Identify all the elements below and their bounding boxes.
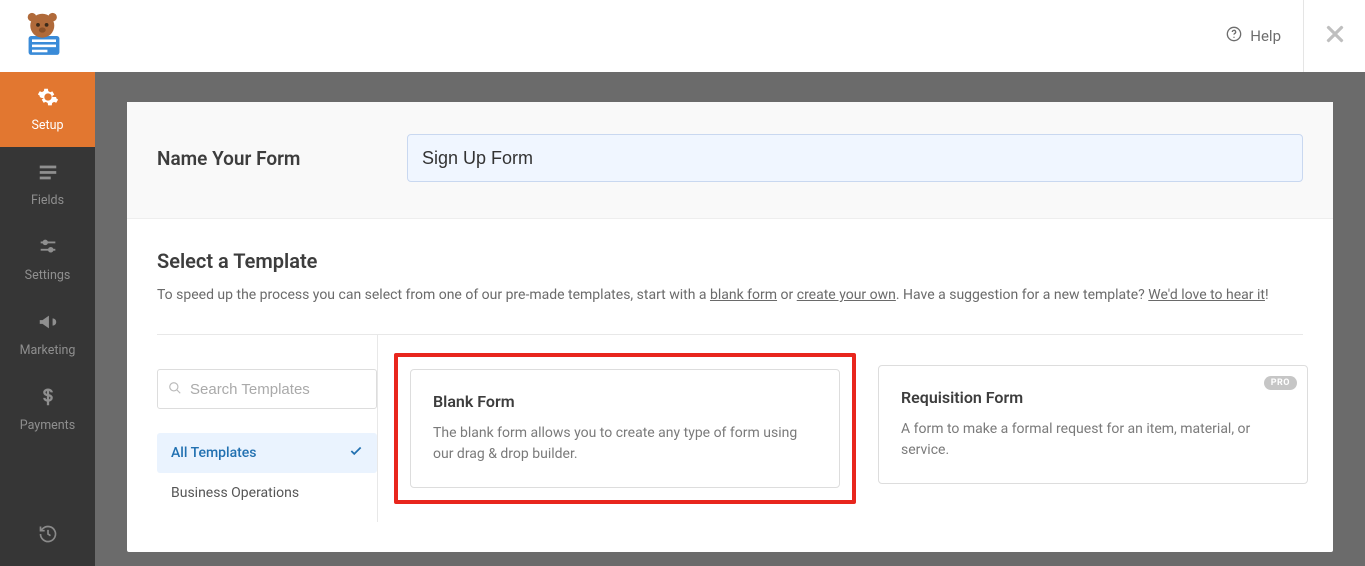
sidebar-item-label: Marketing bbox=[20, 343, 76, 358]
dollar-icon bbox=[37, 386, 59, 412]
sidebar-item-label: Fields bbox=[31, 193, 64, 208]
category-business-operations[interactable]: Business Operations bbox=[157, 473, 377, 513]
search-icon bbox=[168, 380, 182, 399]
close-button[interactable] bbox=[1303, 0, 1365, 72]
list-icon bbox=[37, 161, 59, 187]
check-icon bbox=[349, 444, 363, 462]
template-search-input[interactable] bbox=[190, 381, 389, 398]
card-description: A form to make a formal request for an i… bbox=[901, 419, 1285, 461]
sidebar-item-setup[interactable]: Setup bbox=[0, 72, 95, 147]
category-label: Business Operations bbox=[171, 485, 299, 501]
blank-form-link[interactable]: blank form bbox=[710, 287, 777, 303]
template-card-requisition-form[interactable]: PRO Requisition Form A form to make a fo… bbox=[878, 365, 1308, 484]
card-description: The blank form allows you to create any … bbox=[433, 423, 817, 465]
megaphone-icon bbox=[37, 311, 59, 337]
help-link[interactable]: Help bbox=[1204, 0, 1303, 72]
template-description: To speed up the process you can select f… bbox=[157, 285, 1303, 306]
create-your-own-link[interactable]: create your own bbox=[797, 287, 896, 303]
name-section: Name Your Form bbox=[127, 102, 1333, 219]
card-title: Blank Form bbox=[433, 392, 817, 411]
sidebar-history-button[interactable] bbox=[0, 506, 95, 566]
help-icon bbox=[1226, 26, 1242, 46]
feedback-link[interactable]: We'd love to hear it bbox=[1148, 287, 1265, 303]
wpforms-logo bbox=[14, 10, 74, 62]
sidebar-item-label: Setup bbox=[31, 118, 63, 133]
top-bar: Help bbox=[0, 0, 1365, 72]
template-cards: Blank Form The blank form allows you to … bbox=[377, 335, 1308, 522]
template-body: All Templates Business Operations Blank … bbox=[157, 334, 1303, 522]
sliders-icon bbox=[37, 236, 59, 262]
canvas: Name Your Form Select a Template To spee… bbox=[95, 72, 1365, 566]
sidebar: Setup Fields Settings Marketing Payments bbox=[0, 72, 95, 566]
category-label: All Templates bbox=[171, 445, 257, 461]
card-title: Requisition Form bbox=[901, 388, 1285, 407]
name-form-label: Name Your Form bbox=[157, 147, 407, 170]
sidebar-item-label: Payments bbox=[20, 418, 75, 433]
help-label: Help bbox=[1250, 27, 1281, 45]
history-icon bbox=[38, 524, 58, 548]
category-all-templates[interactable]: All Templates bbox=[157, 433, 377, 473]
pro-badge: PRO bbox=[1264, 376, 1297, 390]
close-icon bbox=[1324, 23, 1346, 49]
template-section: Select a Template To speed up the proces… bbox=[127, 219, 1333, 522]
sidebar-item-fields[interactable]: Fields bbox=[0, 147, 95, 222]
template-title: Select a Template bbox=[157, 249, 1303, 273]
sidebar-item-marketing[interactable]: Marketing bbox=[0, 297, 95, 372]
template-card-blank-form[interactable]: Blank Form The blank form allows you to … bbox=[410, 369, 840, 488]
gear-icon bbox=[37, 86, 59, 112]
form-name-input[interactable] bbox=[407, 134, 1303, 182]
setup-panel: Name Your Form Select a Template To spee… bbox=[127, 102, 1333, 552]
sidebar-item-label: Settings bbox=[25, 268, 71, 283]
template-search[interactable] bbox=[157, 369, 377, 409]
sidebar-item-payments[interactable]: Payments bbox=[0, 372, 95, 447]
sidebar-item-settings[interactable]: Settings bbox=[0, 222, 95, 297]
template-sidebar: All Templates Business Operations bbox=[157, 335, 377, 522]
template-card-highlight: Blank Form The blank form allows you to … bbox=[394, 353, 856, 504]
top-right-region: Help bbox=[1204, 0, 1365, 72]
